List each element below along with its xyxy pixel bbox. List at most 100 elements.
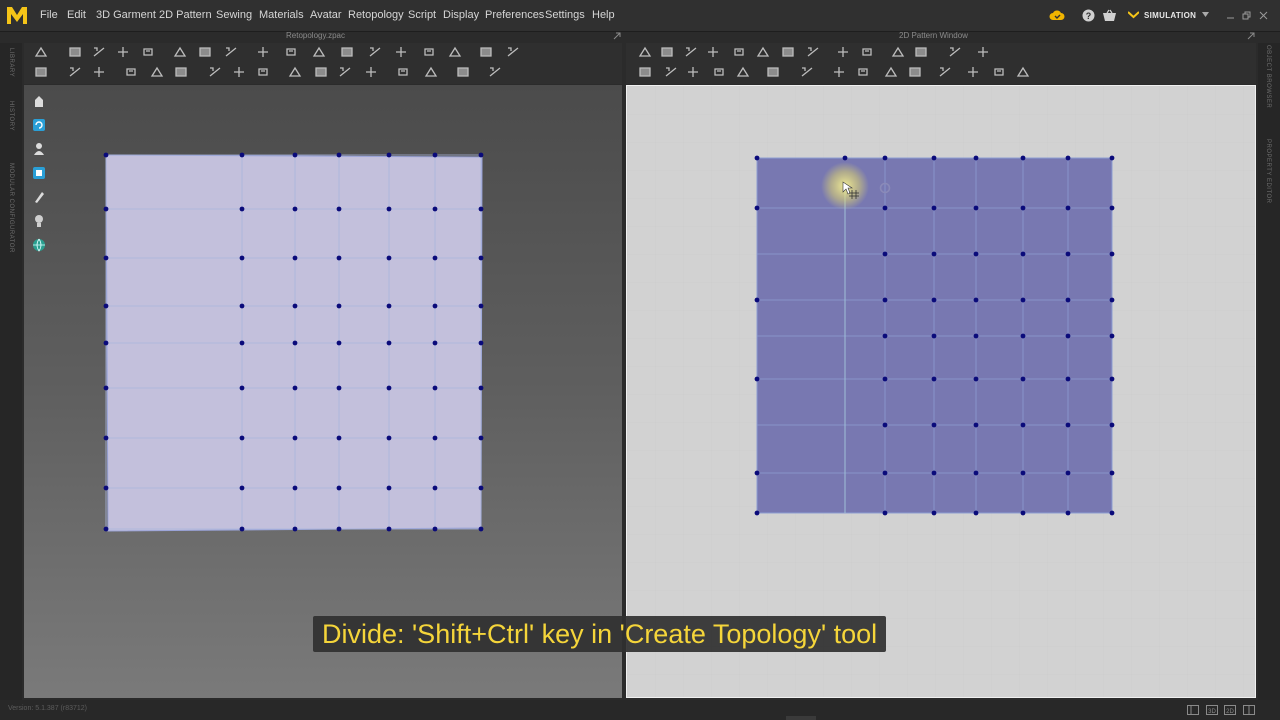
vertex-3d[interactable] — [336, 526, 342, 532]
toolbar-tool-icon[interactable] — [150, 66, 164, 78]
toolbar-tool-icon[interactable] — [424, 66, 438, 78]
vertex-2d[interactable] — [1065, 155, 1071, 161]
vertex-3d[interactable] — [478, 526, 484, 532]
menu-help[interactable]: Help — [592, 9, 615, 21]
layout-split-icon[interactable] — [1243, 705, 1255, 715]
vertex-2d[interactable] — [1109, 297, 1115, 303]
vertex-2d[interactable] — [931, 251, 937, 257]
toolbar-tool-icon[interactable] — [966, 66, 980, 78]
vertex-3d[interactable] — [386, 385, 392, 391]
vertex-2d[interactable] — [882, 376, 888, 382]
toolbar-tool-icon[interactable] — [638, 66, 652, 78]
toolbar-tool-icon[interactable] — [766, 66, 780, 78]
vertex-2d[interactable] — [882, 251, 888, 257]
toolbar-tool-icon[interactable] — [174, 66, 188, 78]
toolbar-tool-icon[interactable] — [856, 66, 870, 78]
vertex-3d[interactable] — [336, 385, 342, 391]
vertex-3d[interactable] — [239, 340, 245, 346]
vertex-2d[interactable] — [1020, 251, 1026, 257]
vertex-2d[interactable] — [754, 510, 760, 516]
vertex-3d[interactable] — [386, 255, 392, 261]
toolbar-tool-icon[interactable] — [992, 66, 1006, 78]
toolbar-tool-icon[interactable] — [141, 46, 155, 58]
vertex-2d[interactable] — [1109, 510, 1115, 516]
layout-3d-icon[interactable]: 3D — [1206, 705, 1218, 715]
toolbar-tool-icon[interactable] — [732, 46, 746, 58]
menu-sewing[interactable]: Sewing — [216, 9, 252, 21]
vertex-2d[interactable] — [931, 470, 937, 476]
vertex-3d[interactable] — [239, 435, 245, 441]
vertex-2d[interactable] — [882, 297, 888, 303]
vertex-2d[interactable] — [754, 470, 760, 476]
figure-icon[interactable] — [32, 214, 46, 228]
toolbar-tool-icon[interactable] — [396, 66, 410, 78]
vertex-3d[interactable] — [478, 303, 484, 309]
vertex-2d[interactable] — [931, 205, 937, 211]
toolbar-tool-icon[interactable] — [806, 46, 820, 58]
vertex-2d[interactable] — [1065, 297, 1071, 303]
vertex-3d[interactable] — [103, 435, 109, 441]
vertex-3d[interactable] — [478, 435, 484, 441]
vertex-3d[interactable] — [103, 385, 109, 391]
toolbar-tool-icon[interactable] — [948, 46, 962, 58]
vertex-3d[interactable] — [239, 485, 245, 491]
vertex-3d[interactable] — [432, 206, 438, 212]
vertex-2d[interactable] — [1065, 251, 1071, 257]
menu-materials[interactable]: Materials — [259, 9, 304, 21]
toolbar-tool-icon[interactable] — [756, 46, 770, 58]
vertex-3d[interactable] — [432, 152, 438, 158]
vertex-2d[interactable] — [973, 251, 979, 257]
vertex-2d[interactable] — [842, 155, 848, 161]
brush-icon[interactable] — [32, 190, 46, 204]
vertex-2d[interactable] — [882, 333, 888, 339]
vertex-2d[interactable] — [754, 205, 760, 211]
vertex-3d[interactable] — [239, 303, 245, 309]
toolbar-tool-icon[interactable] — [638, 46, 652, 58]
toolbar-tool-icon[interactable] — [836, 46, 850, 58]
toolbar-tool-icon[interactable] — [660, 46, 674, 58]
vertex-2d[interactable] — [973, 510, 979, 516]
vertex-2d[interactable] — [1020, 422, 1026, 428]
toolbar-tool-icon[interactable] — [736, 66, 750, 78]
viewport-2d[interactable] — [626, 85, 1256, 698]
vertex-3d[interactable] — [103, 303, 109, 309]
vertex-2d[interactable] — [754, 155, 760, 161]
toolbar-tool-icon[interactable] — [34, 66, 48, 78]
vertex-3d[interactable] — [292, 435, 298, 441]
menu-display[interactable]: Display — [443, 9, 479, 21]
vertex-3d[interactable] — [478, 385, 484, 391]
vertex-3d[interactable] — [292, 255, 298, 261]
vertex-2d[interactable] — [1065, 333, 1071, 339]
vertex-2d[interactable] — [1109, 205, 1115, 211]
minimize-icon[interactable] — [1226, 11, 1235, 20]
vertex-2d[interactable] — [973, 297, 979, 303]
right-expand-icon[interactable] — [1247, 32, 1255, 40]
toolbar-tool-icon[interactable] — [712, 66, 726, 78]
vertex-3d[interactable] — [336, 255, 342, 261]
chevron-down-icon[interactable] — [1202, 12, 1209, 17]
vertex-2d[interactable] — [931, 510, 937, 516]
toolbar-tool-icon[interactable] — [340, 46, 354, 58]
menu-preferences[interactable]: Preferences — [485, 9, 544, 21]
toolbar-tool-icon[interactable] — [68, 46, 82, 58]
vertex-3d[interactable] — [336, 340, 342, 346]
toolbar-tool-icon[interactable] — [124, 66, 138, 78]
toolbar-tool-icon[interactable] — [800, 66, 814, 78]
vertex-2d[interactable] — [1109, 333, 1115, 339]
toolbar-tool-icon[interactable] — [448, 46, 462, 58]
vertex-3d[interactable] — [103, 255, 109, 261]
vertex-3d[interactable] — [386, 206, 392, 212]
toolbar-tool-icon[interactable] — [479, 46, 493, 58]
basket-icon[interactable] — [1102, 9, 1117, 22]
vertex-2d[interactable] — [882, 470, 888, 476]
vertex-2d[interactable] — [973, 470, 979, 476]
object-browser-tab[interactable]: OBJECT BROWSER — [1265, 45, 1271, 108]
help-icon[interactable]: ? — [1082, 9, 1095, 22]
vertex-2d[interactable] — [1020, 510, 1026, 516]
toolbar-tool-icon[interactable] — [284, 46, 298, 58]
vertex-3d[interactable] — [432, 255, 438, 261]
vertex-3d[interactable] — [103, 526, 109, 532]
toolbar-tool-icon[interactable] — [456, 66, 470, 78]
vertex-3d[interactable] — [336, 206, 342, 212]
vertex-2d[interactable] — [973, 333, 979, 339]
